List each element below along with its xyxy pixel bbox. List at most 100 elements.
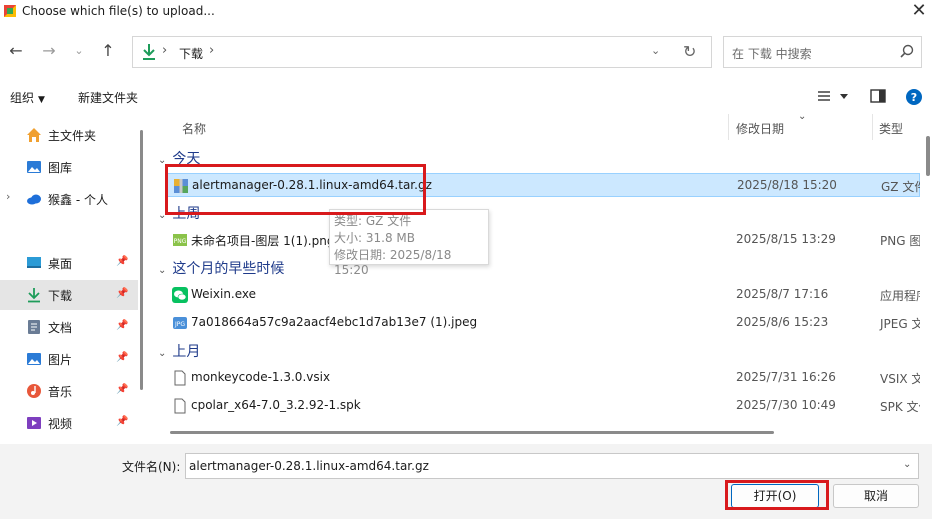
pin-icon: 📌 <box>116 352 129 363</box>
file-type: PNG 图片 <box>880 234 920 248</box>
list-view-icon <box>818 91 848 101</box>
picture-icon <box>27 353 41 365</box>
sidebar-item-label: 桌面 <box>48 257 73 271</box>
file-icon <box>174 370 186 386</box>
chevron-down-icon[interactable]: ⌄ <box>903 459 911 470</box>
file-type: JPEG 文件 <box>880 317 920 331</box>
sidebar-item-label: 主文件夹 <box>48 129 97 143</box>
preview-pane-button[interactable] <box>870 88 886 107</box>
organize-label: 组织 <box>10 91 35 105</box>
file-row[interactable]: JPG 7a018664a57c9a2aacf4ebc1d7ab13e7 (1)… <box>166 311 920 335</box>
group-label: 这个月的早些时候 <box>172 261 285 277</box>
arrow-up-icon: ↑ <box>101 41 115 60</box>
document-icon <box>28 320 40 334</box>
new-folder-button[interactable]: 新建文件夹 <box>78 89 138 106</box>
chevron-down-icon: ⌄ <box>158 265 167 276</box>
sidebar-item-gallery[interactable]: 图库 <box>0 152 138 182</box>
organize-menu[interactable]: 组织 ▼ <box>10 89 45 106</box>
help-button[interactable]: ? <box>905 88 923 109</box>
filename-label: 文件名(N): <box>122 460 181 474</box>
sidebar-item-music[interactable]: 音乐 📌 <box>0 376 138 406</box>
jpeg-icon: JPG <box>173 317 187 329</box>
filename-value: alertmanager-0.28.1.linux-amd64.tar.gz <box>189 459 429 473</box>
breadcrumb-current[interactable]: 下载 <box>179 45 203 62</box>
arrow-right-icon: → <box>42 41 56 60</box>
breadcrumb-chevron-icon[interactable]: › <box>209 43 214 58</box>
caret-down-icon: ▼ <box>38 95 45 105</box>
up-button[interactable]: ↑ <box>97 40 119 62</box>
back-button[interactable]: ← <box>5 40 27 62</box>
forward-button[interactable]: → <box>38 40 60 62</box>
search-box[interactable]: 在 下载 中搜索 <box>723 36 922 68</box>
desktop-icon <box>27 257 41 268</box>
column-header-date[interactable]: 修改日期 <box>736 120 784 146</box>
filename-field[interactable]: alertmanager-0.28.1.linux-amd64.tar.gz ⌄ <box>185 453 919 479</box>
sidebar-item-label: 下载 <box>48 289 73 303</box>
file-name: cpolar_x64-7.0_3.2.92-1.spk <box>191 398 361 412</box>
sidebar-item-documents[interactable]: 文档 📌 <box>0 312 138 342</box>
file-tooltip: 类型: GZ 文件 大小: 31.8 MB 修改日期: 2025/8/18 15… <box>329 209 489 277</box>
file-date: 2025/8/6 15:23 <box>736 315 829 329</box>
cancel-button[interactable]: 取消 <box>833 484 919 508</box>
sidebar-item-pictures[interactable]: 图片 📌 <box>0 344 138 374</box>
download-icon <box>143 44 155 60</box>
file-date: 2025/7/30 10:49 <box>736 398 836 412</box>
sidebar-item-label: 视频 <box>48 417 73 431</box>
sidebar-item-onedrive[interactable]: › 猴鑫 - 个人 <box>0 184 138 214</box>
sidebar-scrollbar[interactable] <box>140 130 143 390</box>
app-icon <box>4 5 16 17</box>
svg-text:PNG: PNG <box>174 238 187 245</box>
refresh-icon[interactable]: ↻ <box>683 42 696 61</box>
help-icon: ? <box>906 89 922 105</box>
chevron-down-icon: ⌄ <box>74 44 84 57</box>
recent-locations-button[interactable]: ⌄ <box>68 40 90 62</box>
command-bar: 组织 ▼ 新建文件夹 ? <box>0 82 932 112</box>
cloud-icon <box>27 194 41 205</box>
file-row[interactable]: cpolar_x64-7.0_3.2.92-1.spk 2025/7/30 10… <box>166 394 920 418</box>
address-bar[interactable]: › 下载 › ⌄ ↻ <box>132 36 712 68</box>
breadcrumb-chevron-icon: › <box>162 43 168 58</box>
file-name: 7a018664a57c9a2aacf4ebc1d7ab13e7 (1).jpe… <box>191 315 478 329</box>
file-name: 未命名项目-图层 1(1).png <box>191 234 335 248</box>
sidebar-item-videos[interactable]: 视频 📌 <box>0 408 138 438</box>
pin-icon: 📌 <box>116 256 129 267</box>
window-title: Choose which file(s) to upload... <box>22 4 215 18</box>
home-icon <box>27 128 41 142</box>
pin-icon: 📌 <box>116 416 129 427</box>
pin-icon: 📌 <box>116 288 129 299</box>
video-icon <box>27 417 41 429</box>
scrollbar-thumb[interactable] <box>926 136 930 176</box>
address-dropdown-icon[interactable]: ⌄ <box>651 44 660 57</box>
column-divider[interactable] <box>872 114 873 140</box>
file-name: Weixin.exe <box>191 287 257 301</box>
group-header-earlier-this-month[interactable]: ⌄ 这个月的早些时候 <box>158 258 284 280</box>
column-divider[interactable] <box>728 114 729 140</box>
chevron-right-icon[interactable]: › <box>6 190 10 203</box>
close-button[interactable]: ✕ <box>906 0 932 24</box>
sidebar-item-label: 猴鑫 - 个人 <box>48 193 108 207</box>
column-header-type[interactable]: 类型 <box>879 120 903 146</box>
svg-text:JPG: JPG <box>174 321 185 328</box>
view-options-button[interactable] <box>816 88 850 107</box>
file-date: 2025/8/7 17:16 <box>736 287 829 301</box>
sidebar-item-home[interactable]: 主文件夹 <box>0 120 138 150</box>
pin-icon: 📌 <box>116 320 129 331</box>
search-input[interactable]: 在 下载 中搜索 <box>732 45 812 62</box>
file-list: 名称 修改日期 ⌄ 类型 ⌄ 今天 alertmanager-0.28.1.lin… <box>152 114 920 440</box>
highlight-annotation <box>165 164 426 215</box>
file-row[interactable]: PNG 未命名项目-图层 1(1).png 2025/8/15 13:29 PN… <box>166 228 920 252</box>
pin-icon: 📌 <box>116 384 129 395</box>
file-row[interactable]: Weixin.exe 2025/8/7 17:16 应用程序 <box>166 283 920 307</box>
music-icon <box>27 384 41 398</box>
horizontal-scrollbar[interactable] <box>170 431 774 434</box>
file-row[interactable]: monkeycode-1.3.0.vsix 2025/7/31 16:26 VS… <box>166 366 920 390</box>
group-header-last-month[interactable]: ⌄ 上月 <box>158 341 200 363</box>
sidebar-item-downloads[interactable]: 下载 📌 <box>0 280 138 310</box>
column-header-name[interactable]: 名称 <box>182 120 206 146</box>
navigation-pane: 主文件夹 图库 › 猴鑫 - 个人 桌面 📌 下载 📌 文档 📌 图片 📌 音乐… <box>0 114 150 444</box>
file-date: 2025/8/15 13:29 <box>736 232 836 246</box>
file-date: 2025/8/18 15:20 <box>737 178 837 192</box>
file-list-scrollbar[interactable] <box>924 114 932 440</box>
sidebar-item-desktop[interactable]: 桌面 📌 <box>0 248 138 278</box>
highlight-annotation <box>725 480 829 510</box>
